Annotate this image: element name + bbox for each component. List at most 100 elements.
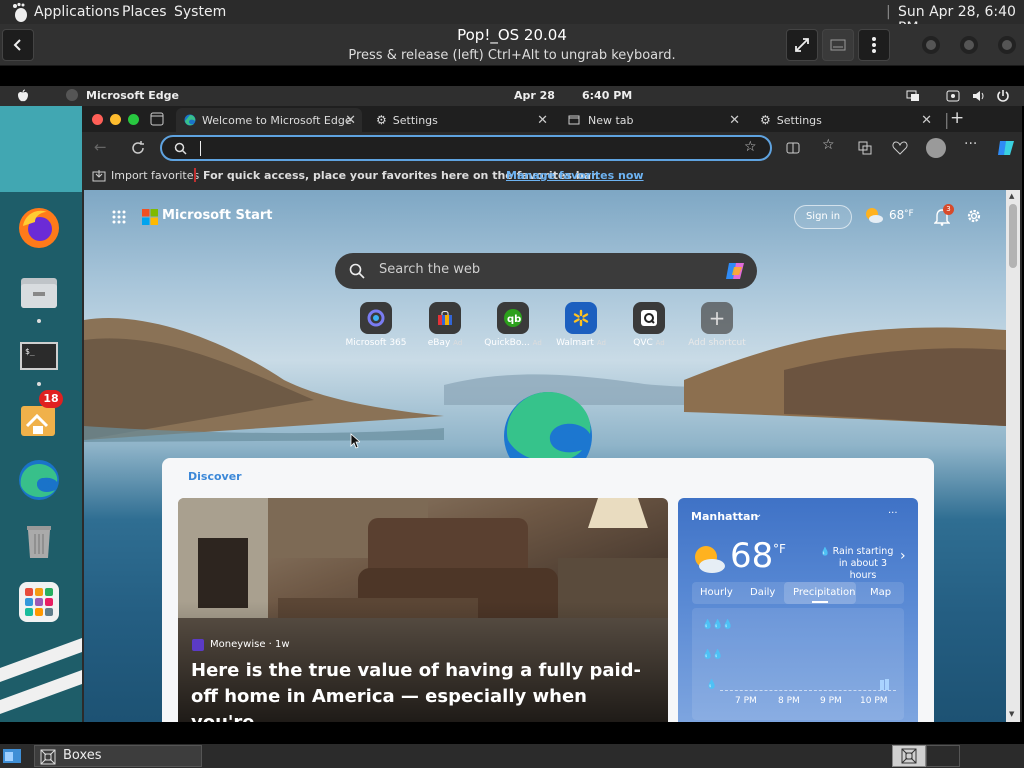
apple-logo-icon[interactable] xyxy=(16,89,30,103)
dock-trash[interactable] xyxy=(17,518,61,562)
taskbar-boxes[interactable]: Boxes xyxy=(34,745,202,767)
notification-count-badge: 3 xyxy=(943,204,954,215)
favorites-icon[interactable]: ☆ xyxy=(822,137,835,153)
dock-edge[interactable] xyxy=(17,458,61,502)
settings-gear-icon[interactable] xyxy=(966,208,982,224)
tab-settings[interactable]: ⚙ Settings ✕ xyxy=(370,108,554,132)
tab-label: Settings xyxy=(392,113,438,127)
weather-location[interactable]: Manhattan xyxy=(691,510,758,523)
vm-top-bar: Microsoft Edge Apr 28 6:40 PM xyxy=(0,86,1024,106)
menu-button[interactable] xyxy=(858,29,890,61)
volume-icon[interactable] xyxy=(972,89,986,103)
chevron-right-icon[interactable]: › xyxy=(900,548,906,564)
scroll-thumb[interactable] xyxy=(1009,204,1017,268)
header-temperature[interactable]: 68 xyxy=(889,208,904,222)
scroll-up-icon[interactable]: ▲ xyxy=(1009,192,1014,200)
dock-terminal[interactable]: $_ xyxy=(17,334,61,378)
weather-tab-map[interactable]: Map xyxy=(870,587,891,598)
import-icon xyxy=(92,170,106,182)
minimize-window-dot[interactable] xyxy=(110,114,121,125)
power-icon[interactable] xyxy=(996,89,1010,103)
window-close-button[interactable] xyxy=(998,36,1016,54)
menu-system[interactable]: System xyxy=(174,4,226,20)
more-options-icon[interactable]: ··· xyxy=(964,136,977,152)
weather-temperature: 68 xyxy=(730,536,774,576)
dock-app-grid[interactable] xyxy=(17,580,61,624)
gnome-foot-icon[interactable] xyxy=(10,2,30,22)
tab-welcome[interactable]: Welcome to Microsoft Edge ✕ xyxy=(176,108,362,132)
screenshot-icon[interactable] xyxy=(946,89,960,103)
browser-essentials-icon[interactable] xyxy=(892,141,908,155)
collections-icon[interactable] xyxy=(858,141,872,155)
split-screen-icon[interactable] xyxy=(786,141,800,155)
dock-files[interactable] xyxy=(17,270,61,314)
scroll-down-icon[interactable]: ▼ xyxy=(1009,710,1014,718)
menu-places[interactable]: Places xyxy=(122,4,167,20)
microsoft-start-brand[interactable]: Microsoft Start xyxy=(162,208,272,223)
vm-time[interactable]: 6:40 PM xyxy=(582,89,632,102)
profile-avatar[interactable] xyxy=(926,138,946,158)
keyboard-icon xyxy=(830,39,846,51)
weather-tab-hourly[interactable]: Hourly xyxy=(700,587,733,598)
terminal-icon: $_ xyxy=(20,342,58,370)
quick-link-add-shortcut[interactable]: + Add shortcut xyxy=(682,302,752,348)
tab-actions-icon[interactable] xyxy=(150,112,164,126)
location-chevron-icon[interactable]: ⌄ xyxy=(754,509,762,520)
qvc-icon xyxy=(633,302,665,334)
keyboard-button[interactable] xyxy=(822,29,854,61)
quick-link-qvc[interactable]: QVC Ad xyxy=(614,302,684,348)
weather-tab-precipitation[interactable]: Precipitation xyxy=(793,587,856,598)
favorite-star-icon[interactable]: ☆ xyxy=(744,139,757,155)
boxes-app-icon xyxy=(901,748,917,764)
copilot-icon[interactable] xyxy=(996,138,1016,158)
running-indicator xyxy=(37,382,41,386)
close-tab-icon[interactable]: ✕ xyxy=(345,113,356,128)
quick-link-label: QuickBo... xyxy=(484,338,530,348)
window-minimize-button[interactable] xyxy=(922,36,940,54)
weather-tabs: Hourly Daily Precipitation Map xyxy=(692,582,904,604)
svg-text:$_: $_ xyxy=(25,347,35,356)
quick-link-microsoft-365[interactable]: Microsoft 365 xyxy=(341,302,411,348)
address-bar[interactable]: ☆ xyxy=(160,135,772,161)
vm-app-name[interactable]: Microsoft Edge xyxy=(86,89,179,102)
weather-card[interactable]: Manhattan ⌄ ··· 68 °F 💧 Rain starting in… xyxy=(678,498,918,722)
show-desktop-icon[interactable] xyxy=(2,746,22,766)
tab-settings-2[interactable]: ⚙ Settings ✕ xyxy=(754,108,938,132)
manage-favorites-link[interactable]: Manage favorites now xyxy=(506,169,644,182)
page-icon xyxy=(568,115,580,125)
menu-applications[interactable]: Applications xyxy=(34,4,120,20)
quick-link-quickbooks[interactable]: qb QuickBo... Ad xyxy=(478,302,548,348)
workspace-switcher[interactable] xyxy=(892,745,926,767)
close-tab-icon[interactable]: ✕ xyxy=(537,113,548,128)
ad-tag: Ad xyxy=(453,339,463,347)
news-card[interactable]: Moneywise · 1w Here is the true value of… xyxy=(178,498,668,722)
light-rain-icon: 💧 xyxy=(706,680,718,690)
close-window-dot[interactable] xyxy=(92,114,103,125)
apps-grid-icon[interactable] xyxy=(112,210,126,224)
zoom-window-dot[interactable] xyxy=(128,114,139,125)
news-headline[interactable]: Here is the true value of having a fully… xyxy=(191,658,651,722)
page-scrollbar[interactable]: ▲ ▼ xyxy=(1006,190,1020,722)
quick-link-walmart[interactable]: Walmart Ad xyxy=(546,302,616,348)
display-icon[interactable] xyxy=(906,89,920,103)
window-maximize-button[interactable] xyxy=(960,36,978,54)
back-arrow-icon[interactable]: ← xyxy=(94,138,107,156)
close-tab-icon[interactable]: ✕ xyxy=(729,113,740,128)
close-tab-icon[interactable]: ✕ xyxy=(921,113,932,128)
workspace-2[interactable] xyxy=(926,745,960,767)
new-tab-button[interactable]: + xyxy=(950,108,964,128)
dock-software-updater[interactable]: 18 xyxy=(17,390,63,440)
quick-link-ebay[interactable]: eBay Ad xyxy=(410,302,480,348)
copilot-icon[interactable] xyxy=(725,261,747,281)
dock-firefox[interactable] xyxy=(17,206,61,250)
web-search-box[interactable]: Search the web xyxy=(335,253,757,289)
refresh-icon[interactable] xyxy=(130,140,146,156)
weather-tab-daily[interactable]: Daily xyxy=(750,587,775,598)
import-favorites-button[interactable]: Import favorites xyxy=(111,169,199,182)
active-tab-indicator xyxy=(812,601,828,603)
sign-in-button[interactable]: Sign in xyxy=(794,205,852,229)
partly-cloudy-icon[interactable] xyxy=(864,206,884,224)
weather-more-icon[interactable]: ··· xyxy=(888,508,898,519)
fullscreen-button[interactable] xyxy=(786,29,818,61)
tab-new-tab[interactable]: New tab ✕ xyxy=(562,108,746,132)
